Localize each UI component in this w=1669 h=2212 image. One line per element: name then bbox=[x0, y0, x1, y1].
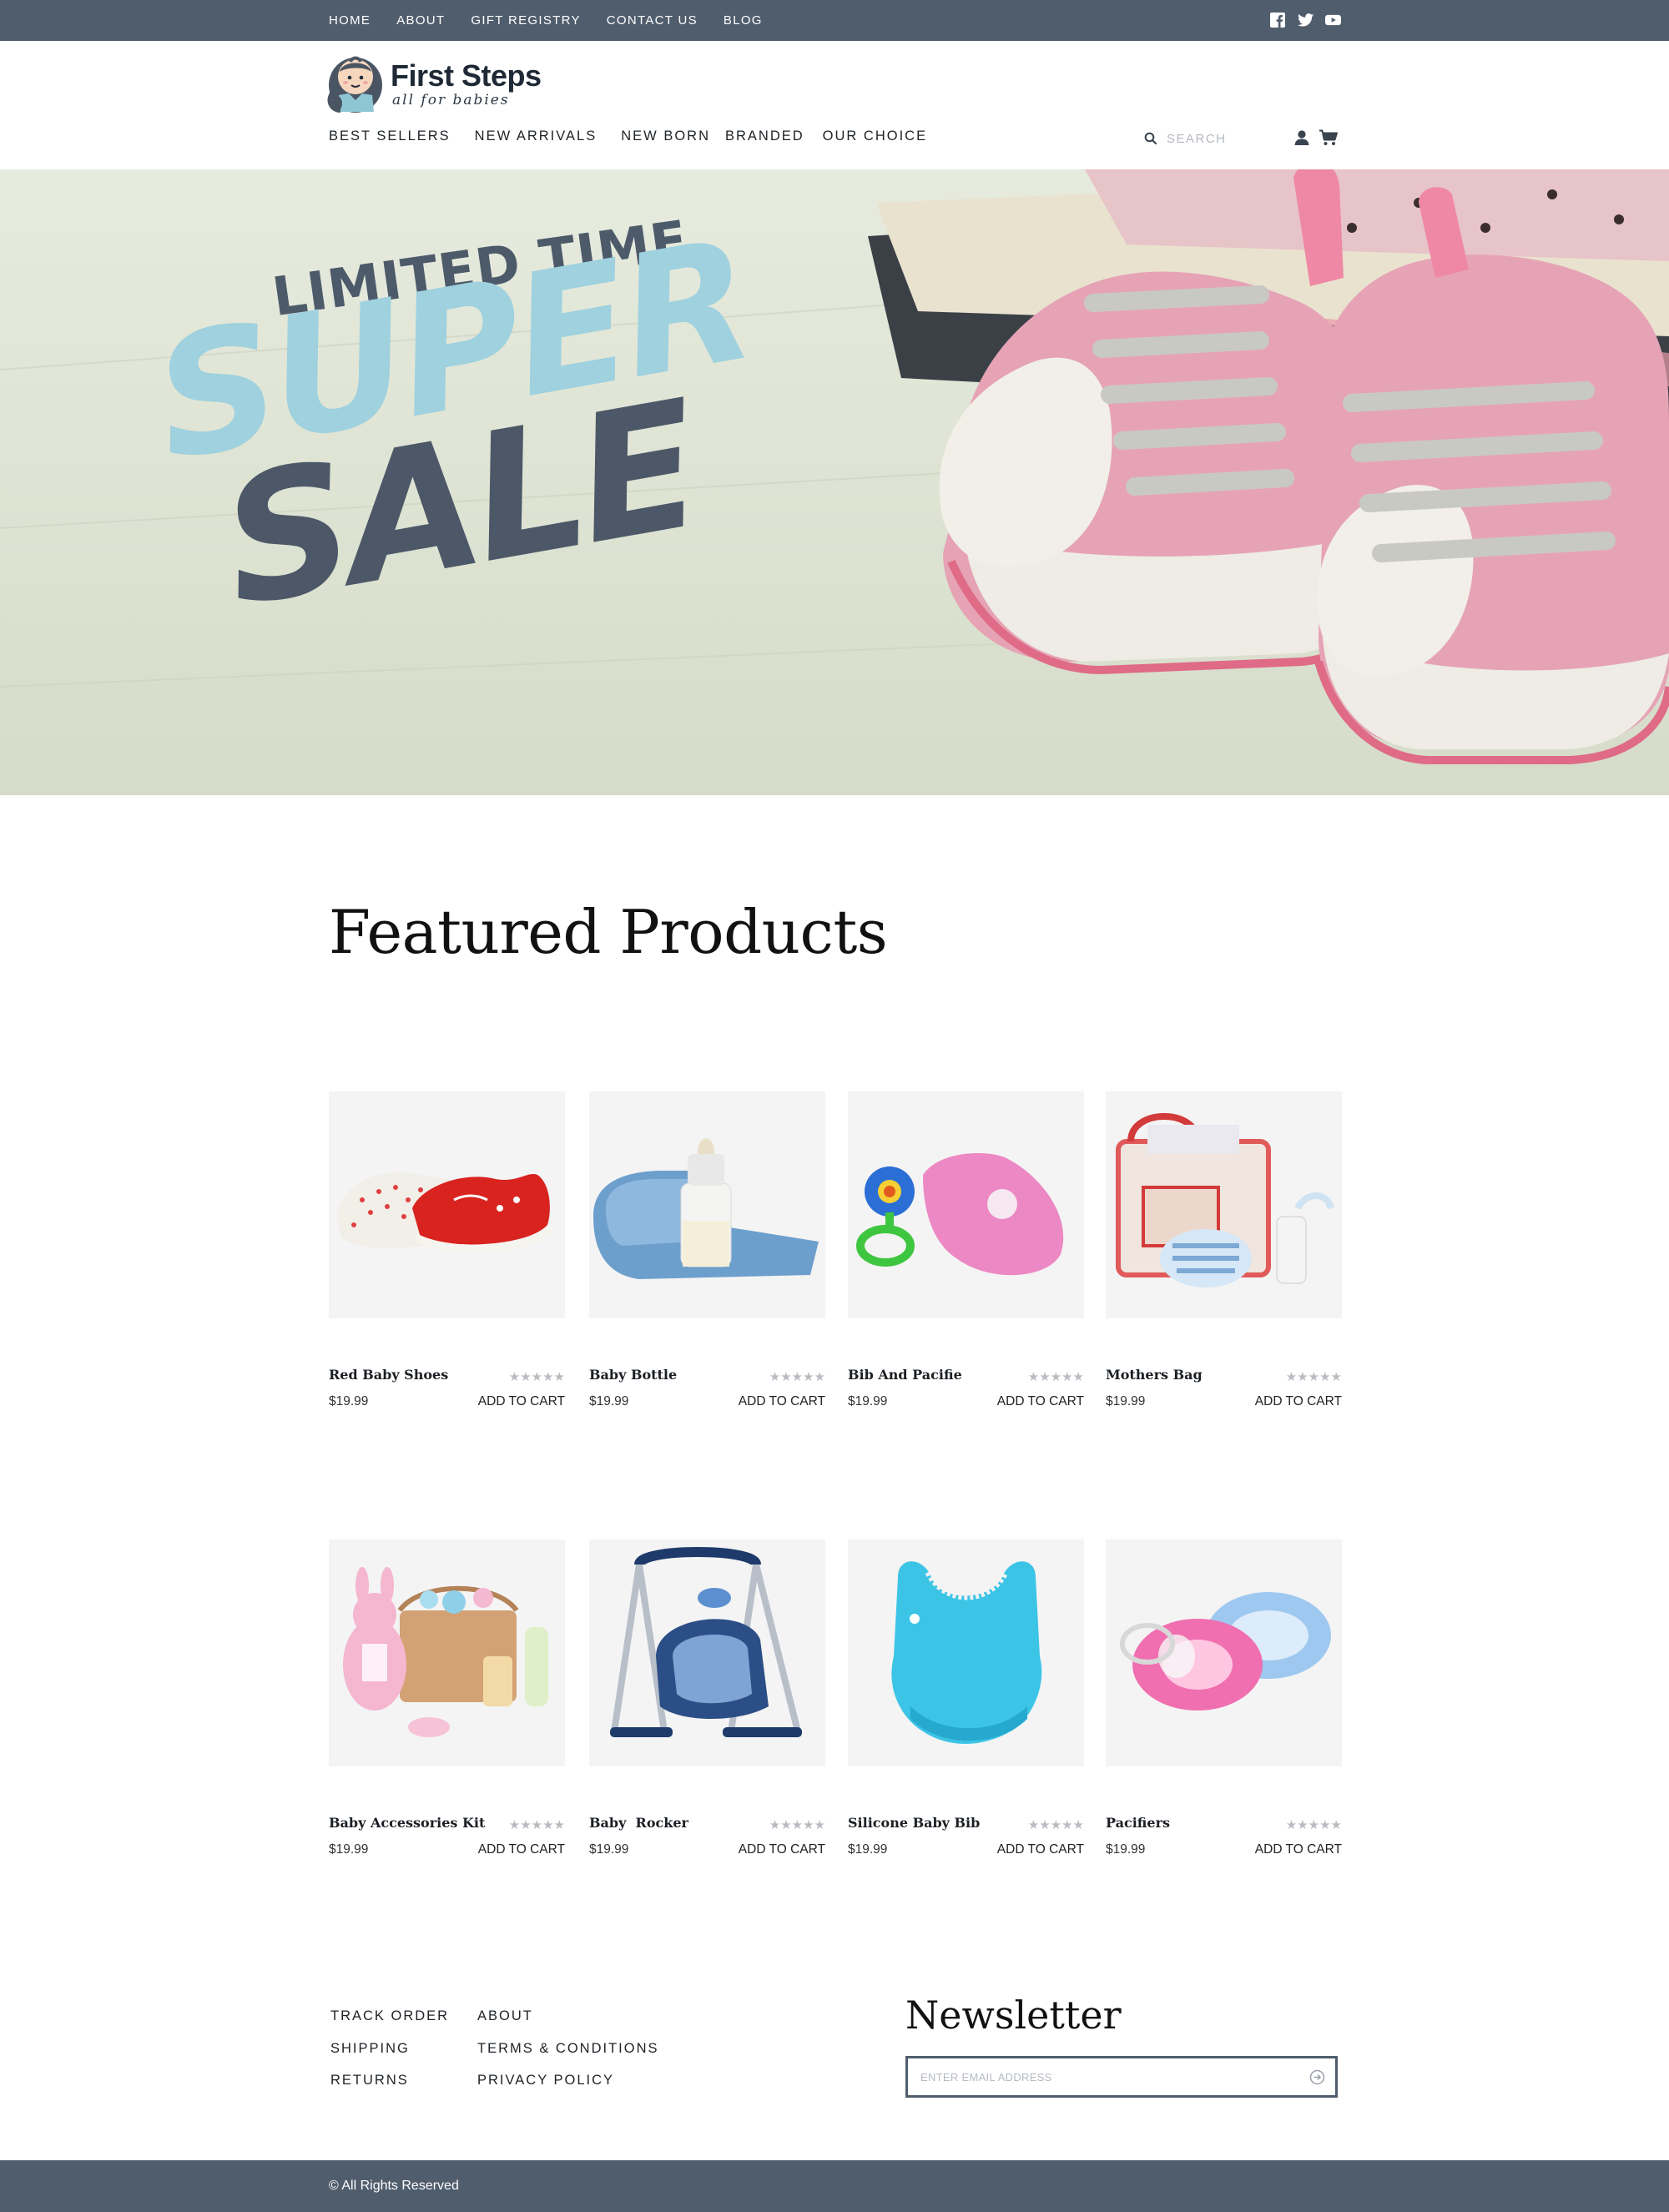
product-name[interactable]: Baby Accessories Kit bbox=[329, 1815, 485, 1831]
youtube-icon[interactable] bbox=[1325, 13, 1341, 28]
product-card-silicone-baby-bib[interactable]: Silicone Baby Bib ★★★★★ $19.99 ADD TO CA… bbox=[848, 1539, 1084, 1857]
top-nav-gift-registry[interactable]: GIFT REGISTRY bbox=[471, 13, 580, 28]
product-name[interactable]: Mothers Bag bbox=[1106, 1367, 1203, 1383]
product-card-baby-accessories-kit[interactable]: Baby Accessories Kit ★★★★★ $19.99 ADD TO… bbox=[329, 1539, 565, 1857]
product-image[interactable] bbox=[848, 1539, 1084, 1766]
rating-stars: ★★★★★ bbox=[1027, 1818, 1084, 1832]
product-image[interactable] bbox=[589, 1539, 825, 1766]
add-to-cart-button[interactable]: ADD TO CART bbox=[997, 1394, 1084, 1409]
add-to-cart-button[interactable]: ADD TO CART bbox=[997, 1842, 1084, 1857]
search-icon[interactable] bbox=[1143, 131, 1158, 146]
product-price: $19.99 bbox=[329, 1842, 369, 1857]
rating-stars: ★★★★★ bbox=[1285, 1818, 1342, 1832]
product-name[interactable]: Pacifiers bbox=[1106, 1815, 1170, 1831]
product-price: $19.99 bbox=[1106, 1394, 1146, 1408]
main-nav: BEST SELLERS NEW ARRIVALS NEW BORN BRAND… bbox=[329, 128, 927, 144]
product-card-baby-rocker[interactable]: Baby Rocker ★★★★★ $19.99 ADD TO CART bbox=[589, 1539, 825, 1857]
rating-stars: ★★★★★ bbox=[508, 1370, 565, 1384]
newsletter-email-input[interactable] bbox=[920, 2067, 1288, 2087]
add-to-cart-button[interactable]: ADD TO CART bbox=[1255, 1394, 1342, 1409]
product-price: $19.99 bbox=[589, 1394, 629, 1408]
user-icon[interactable] bbox=[1293, 129, 1310, 146]
add-to-cart-button[interactable]: ADD TO CART bbox=[478, 1394, 565, 1409]
footer-terms-conditions[interactable]: TERMS & CONDITIONS bbox=[477, 2041, 659, 2057]
product-image[interactable] bbox=[589, 1091, 825, 1318]
top-bar: HOME ABOUT GIFT REGISTRY CONTACT US BLOG bbox=[0, 0, 1669, 41]
rating-stars: ★★★★★ bbox=[1027, 1370, 1084, 1384]
product-card-pacifiers[interactable]: Pacifiers ★★★★★ $19.99 ADD TO CART bbox=[1106, 1539, 1342, 1857]
product-image[interactable] bbox=[329, 1539, 565, 1766]
add-to-cart-button[interactable]: ADD TO CART bbox=[478, 1842, 565, 1857]
product-image[interactable] bbox=[1106, 1539, 1342, 1766]
product-name[interactable]: Baby Rocker bbox=[589, 1815, 688, 1831]
nav-our-choice[interactable]: OUR CHOICE bbox=[823, 128, 927, 144]
top-nav-blog[interactable]: BLOG bbox=[724, 13, 763, 28]
product-price: $19.99 bbox=[589, 1842, 629, 1857]
newsletter-title: Newsletter bbox=[905, 1993, 1122, 2038]
social-links bbox=[1270, 13, 1341, 28]
top-nav: HOME ABOUT GIFT REGISTRY CONTACT US BLOG bbox=[329, 0, 789, 41]
facebook-icon[interactable] bbox=[1270, 13, 1285, 28]
copyright-text: © All Rights Reserved bbox=[329, 2179, 459, 2193]
product-name[interactable]: Bib And Pacifie bbox=[848, 1367, 962, 1383]
brand-tagline: all for babies bbox=[392, 92, 510, 108]
product-name[interactable]: Red Baby Shoes bbox=[329, 1367, 448, 1383]
footer-track-order[interactable]: TRACK ORDER bbox=[330, 2008, 449, 2024]
product-card-baby-bottle[interactable]: Baby Bottle ★★★★★ $19.99 ADD TO CART bbox=[589, 1091, 825, 1408]
twitter-icon[interactable] bbox=[1298, 13, 1314, 28]
product-image[interactable] bbox=[329, 1091, 565, 1318]
hero-banner[interactable]: LIMITED TIME SUPER SALE bbox=[0, 169, 1669, 795]
product-image[interactable] bbox=[848, 1091, 1084, 1318]
add-to-cart-button[interactable]: ADD TO CART bbox=[739, 1842, 825, 1857]
product-card-red-baby-shoes[interactable]: Red Baby Shoes ★★★★★ $19.99 ADD TO CART bbox=[329, 1091, 565, 1408]
cart-icon[interactable] bbox=[1319, 129, 1339, 146]
nav-new-arrivals[interactable]: NEW ARRIVALS bbox=[475, 128, 598, 144]
rating-stars: ★★★★★ bbox=[508, 1818, 565, 1832]
arrow-right-circle-icon[interactable] bbox=[1309, 2069, 1325, 2085]
nav-best-sellers[interactable]: BEST SELLERS bbox=[329, 128, 451, 144]
rating-stars: ★★★★★ bbox=[1285, 1370, 1342, 1384]
top-nav-about[interactable]: ABOUT bbox=[396, 13, 445, 28]
hero-text: LIMITED TIME SUPER SALE bbox=[0, 169, 1669, 795]
product-card-mothers-bag[interactable]: Mothers Bag ★★★★★ $19.99 ADD TO CART bbox=[1106, 1091, 1342, 1408]
footer-shipping[interactable]: SHIPPING bbox=[330, 2041, 410, 2057]
product-price: $19.99 bbox=[1106, 1842, 1146, 1857]
product-card-bib-and-pacifie[interactable]: Bib And Pacifie ★★★★★ $19.99 ADD TO CART bbox=[848, 1091, 1084, 1408]
product-price: $19.99 bbox=[848, 1842, 888, 1857]
rating-stars: ★★★★★ bbox=[769, 1370, 825, 1384]
product-price: $19.99 bbox=[329, 1394, 369, 1408]
top-nav-contact-us[interactable]: CONTACT US bbox=[607, 13, 698, 28]
nav-new-born[interactable]: NEW BORN bbox=[621, 128, 710, 144]
product-name[interactable]: Baby Bottle bbox=[589, 1367, 677, 1383]
footer-privacy-policy[interactable]: PRIVACY POLICY bbox=[477, 2073, 614, 2089]
footer-about[interactable]: ABOUT bbox=[477, 2008, 533, 2024]
brand-name[interactable]: First Steps bbox=[391, 58, 542, 93]
add-to-cart-button[interactable]: ADD TO CART bbox=[739, 1394, 825, 1409]
footer-returns[interactable]: RETURNS bbox=[330, 2073, 409, 2089]
product-image[interactable] bbox=[1106, 1091, 1342, 1318]
rating-stars: ★★★★★ bbox=[769, 1818, 825, 1832]
product-price: $19.99 bbox=[848, 1394, 888, 1408]
footer-bottom-bar: © All Rights Reserved bbox=[0, 2160, 1669, 2212]
add-to-cart-button[interactable]: ADD TO CART bbox=[1255, 1842, 1342, 1857]
product-name[interactable]: Silicone Baby Bib bbox=[848, 1815, 980, 1831]
nav-branded[interactable]: BRANDED bbox=[725, 128, 804, 144]
top-nav-home[interactable]: HOME bbox=[329, 13, 371, 28]
featured-products-title: Featured Products bbox=[329, 897, 888, 967]
newsletter-form bbox=[905, 2056, 1338, 2098]
search-input[interactable] bbox=[1167, 128, 1275, 149]
